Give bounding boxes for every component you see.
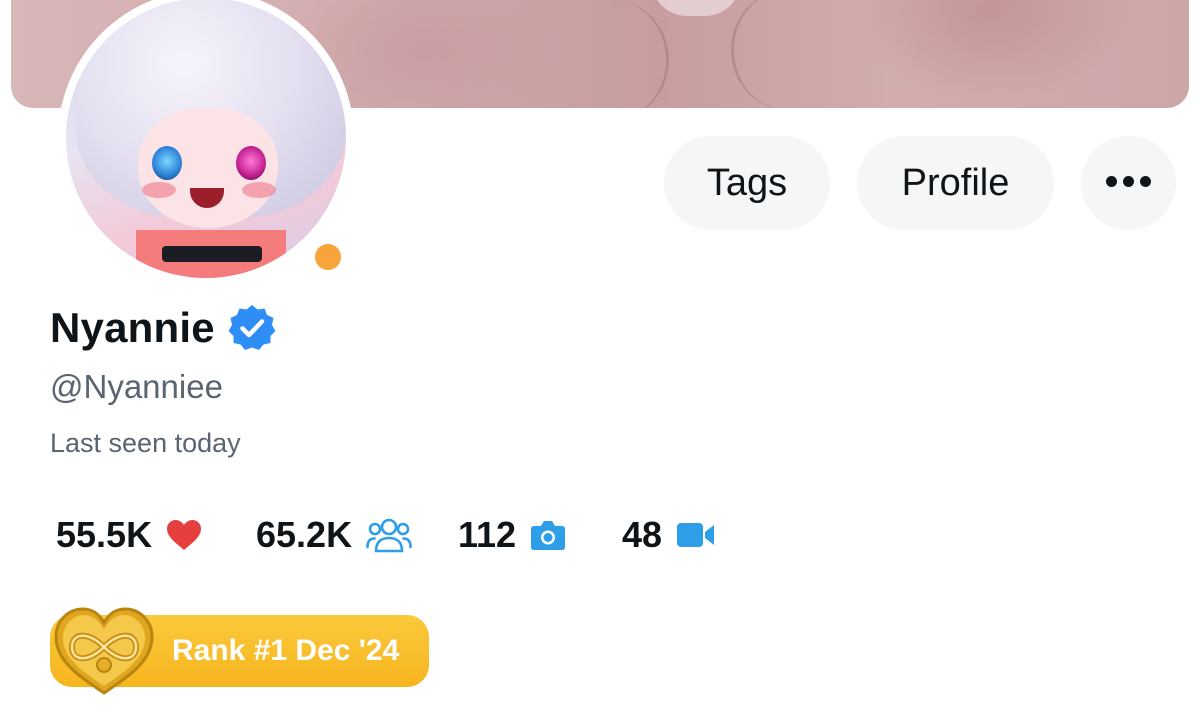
heart-icon — [167, 520, 202, 550]
last-seen-text: Last seen today — [50, 428, 241, 458]
rank-label: Rank #1 Dec '24 — [172, 634, 400, 667]
banner-highlight — [651, 0, 741, 16]
banner-shading — [556, 0, 669, 108]
video-icon — [677, 523, 715, 547]
fans-icon — [366, 518, 412, 553]
more-horizontal-icon — [1106, 176, 1151, 188]
avatar-eye — [236, 146, 266, 180]
videos-count: 48 — [622, 514, 663, 555]
avatar-face — [138, 108, 278, 228]
likes-stat[interactable]: 55.5K — [56, 512, 202, 558]
stats-row: 55.5K 65.2K 112 48 — [56, 512, 756, 558]
online-status-dot — [311, 240, 345, 274]
display-name: Nyannie — [50, 304, 215, 351]
tags-button[interactable]: Tags — [664, 136, 830, 230]
avatar-blush — [142, 182, 176, 198]
rank-badge[interactable]: Rank #1 Dec '24 — [50, 607, 429, 695]
profile-page: Tags Profile Nyannie @Nyanniee Last seen… — [0, 0, 1200, 727]
infinity-heart-icon — [54, 607, 154, 695]
username-handle: @Nyanniee — [50, 368, 223, 405]
videos-stat[interactable]: 48 — [622, 512, 716, 558]
fans-count: 65.2K — [256, 514, 353, 555]
likes-count: 55.5K — [56, 514, 153, 555]
avatar-blush — [242, 182, 276, 198]
avatar-image — [66, 0, 346, 278]
avatar[interactable] — [58, 0, 354, 286]
avatar-eye — [152, 146, 182, 180]
photos-count: 112 — [458, 514, 517, 555]
profile-button[interactable]: Profile — [857, 136, 1054, 230]
more-options-button[interactable] — [1081, 136, 1176, 230]
camera-icon — [531, 521, 566, 550]
avatar-collar — [162, 246, 262, 262]
avatar-mouth — [190, 188, 224, 208]
photos-stat[interactable]: 112 — [458, 512, 566, 558]
banner-shading — [731, 0, 844, 108]
verified-badge-icon — [228, 305, 276, 350]
fans-stat[interactable]: 65.2K — [256, 512, 412, 558]
display-name-row: Nyannie — [50, 303, 277, 353]
